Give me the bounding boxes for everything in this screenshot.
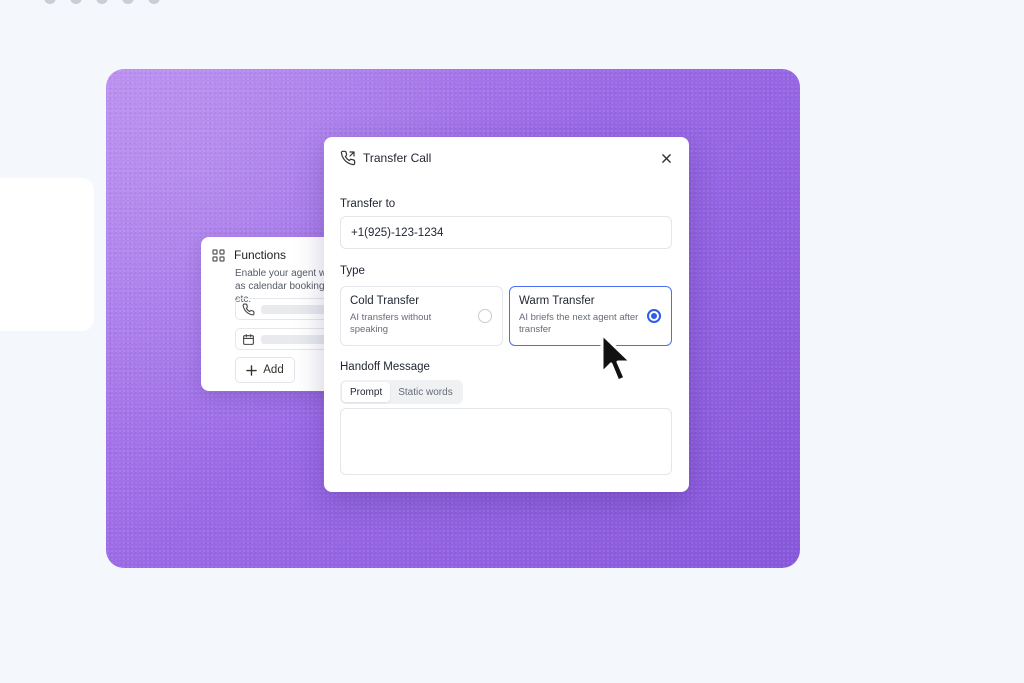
option-title: Cold Transfer <box>350 295 420 307</box>
add-function-button[interactable]: Add <box>235 357 295 383</box>
plus-icon <box>246 364 258 376</box>
option-title: Warm Transfer <box>519 295 595 307</box>
dialog-header: Transfer Call <box>340 150 431 166</box>
cold-transfer-option[interactable]: Cold Transfer AI transfers without speak… <box>340 286 503 346</box>
close-icon <box>661 153 671 163</box>
cold-transfer-radio[interactable] <box>478 309 492 323</box>
transfer-call-dialog: Transfer Call Transfer to Type Cold Tran… <box>324 137 689 492</box>
phone-number-input[interactable] <box>340 216 672 249</box>
dialog-title: Transfer Call <box>363 151 432 165</box>
type-label: Type <box>340 265 365 277</box>
background-card <box>0 178 94 331</box>
functions-title: Functions <box>234 248 287 262</box>
top-decoration <box>44 0 160 4</box>
option-description: AI transfers without speaking <box>350 312 432 335</box>
add-label: Add <box>263 364 284 376</box>
tab-prompt[interactable]: Prompt <box>342 382 391 402</box>
calendar-icon <box>242 333 255 346</box>
handoff-tabs: Prompt Static words <box>340 380 463 404</box>
warm-transfer-radio[interactable] <box>647 309 661 323</box>
handoff-message-label: Handoff Message <box>340 361 430 373</box>
phone-icon <box>242 303 255 316</box>
functions-header: Functions <box>212 248 286 262</box>
close-button[interactable] <box>659 151 673 165</box>
handoff-message-input[interactable] <box>340 408 672 475</box>
warm-transfer-option[interactable]: Warm Transfer AI briefs the next agent a… <box>509 286 672 346</box>
transfer-to-label: Transfer to <box>340 198 396 210</box>
mouse-cursor-icon <box>598 331 642 389</box>
phone-transfer-icon <box>340 150 356 166</box>
tab-static-words[interactable]: Static words <box>390 382 460 402</box>
grid-icon <box>212 248 225 262</box>
